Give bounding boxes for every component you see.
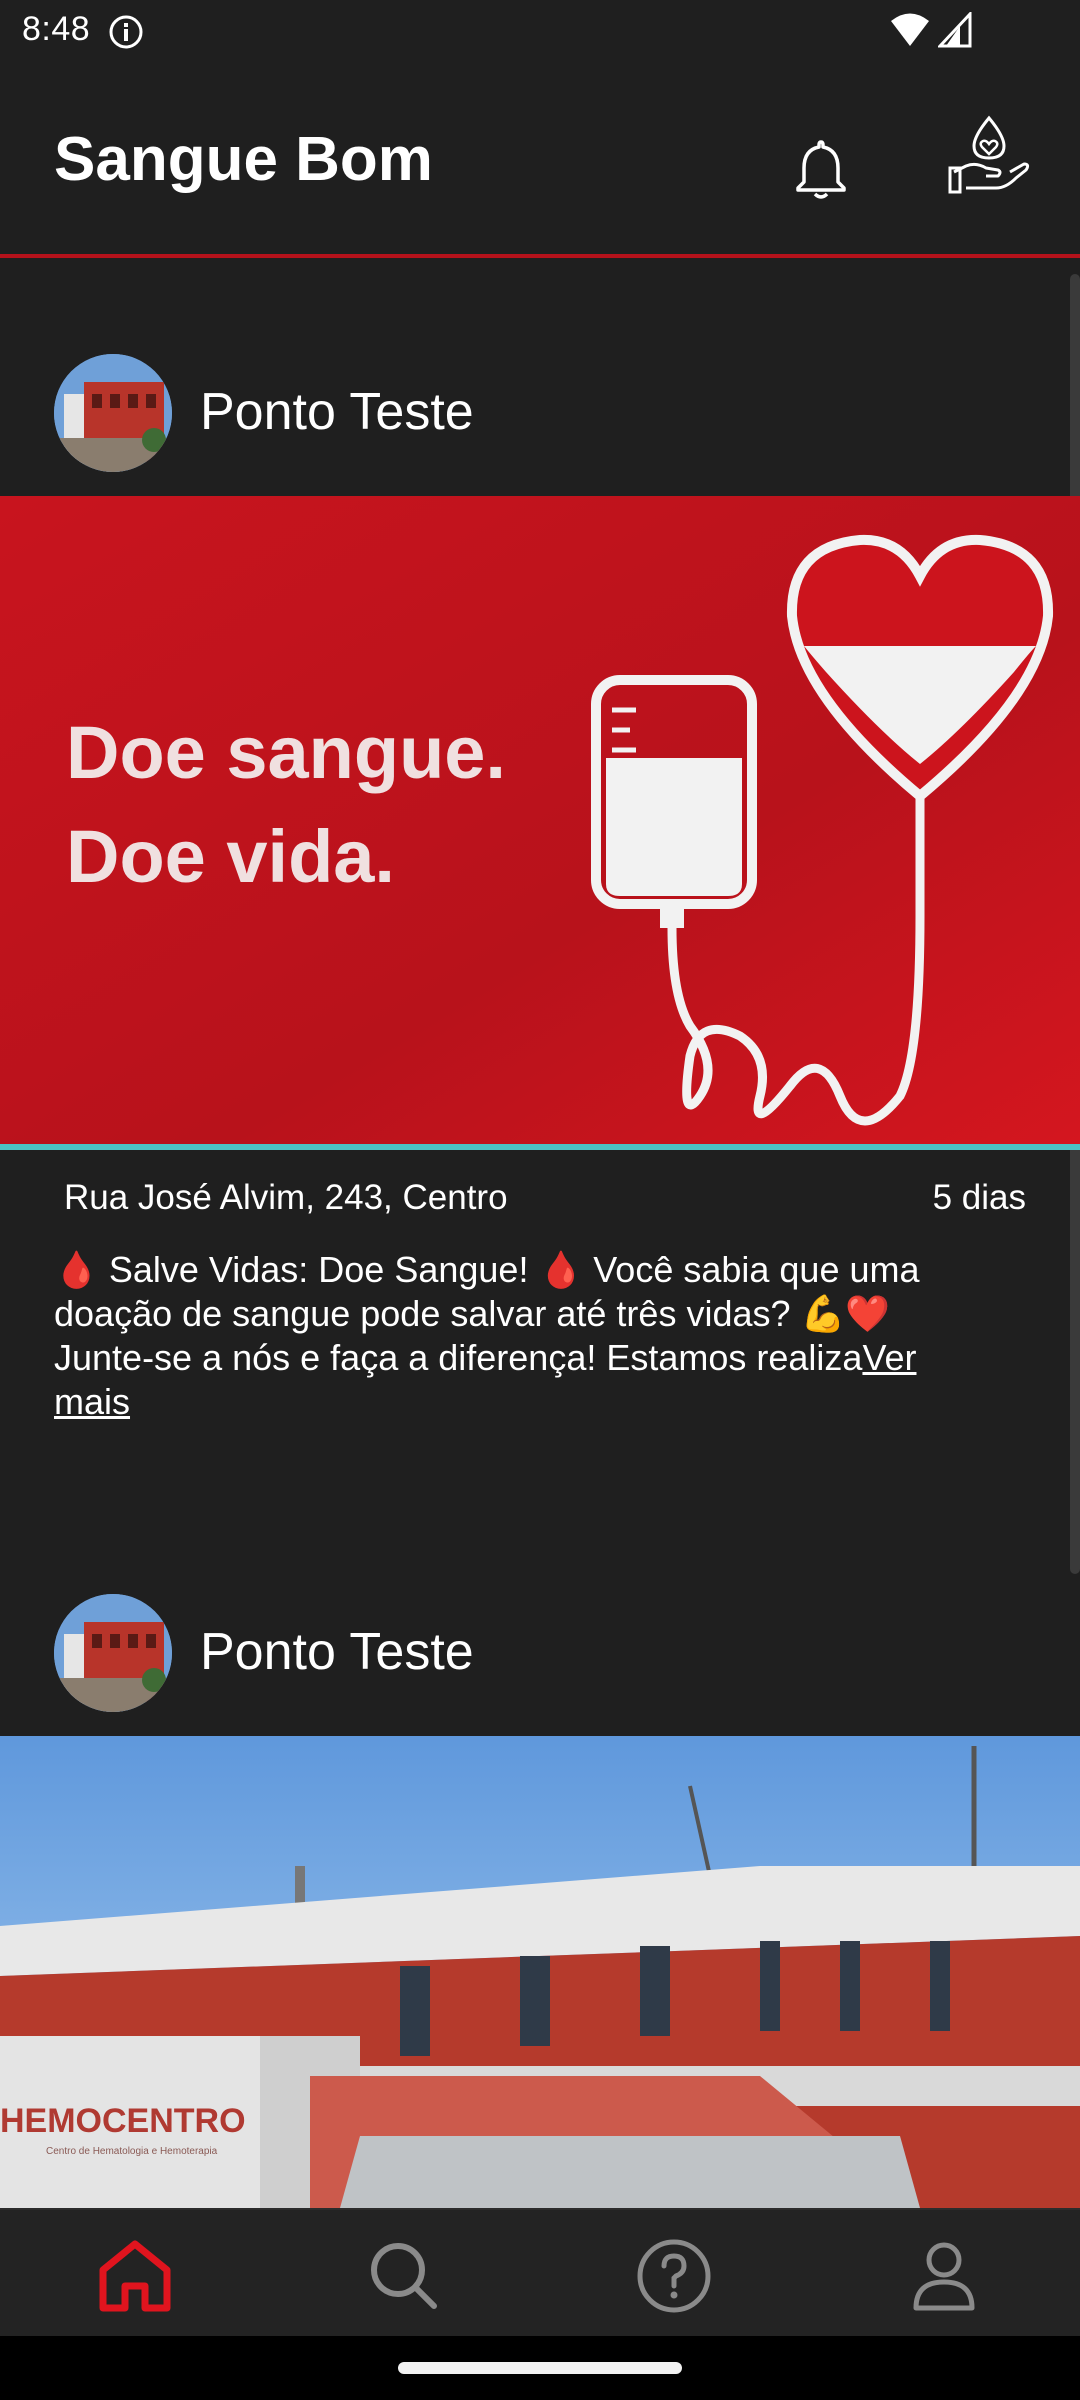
status-time: 8:48 — [22, 10, 91, 48]
home-icon[interactable] — [95, 2236, 175, 2316]
feed[interactable]: Ponto Teste Doe sangue. Doe vida. Rua Jo… — [0, 262, 1080, 2208]
signal-icon — [938, 12, 972, 48]
app-title: Sangue Bom — [54, 125, 433, 194]
avatar-image — [54, 1594, 172, 1712]
post-header[interactable]: Ponto Teste — [0, 1594, 1080, 1714]
poster-name[interactable]: Ponto Teste — [200, 382, 474, 442]
doe-sangue-banner: Doe sangue. Doe vida. — [0, 496, 1080, 1144]
profile-icon[interactable] — [904, 2236, 984, 2316]
avatar[interactable] — [54, 354, 172, 472]
post-header[interactable]: Ponto Teste — [0, 354, 1080, 474]
home-gesture-pill[interactable] — [398, 2362, 682, 2374]
avatar[interactable] — [54, 1594, 172, 1712]
hemocentro-photo: HEMOCENTRO Centro de Hematologia e Hemot… — [0, 1736, 1080, 2208]
blood-donation-icon[interactable] — [946, 114, 1032, 200]
banner-line-2: Doe vida. — [66, 815, 395, 898]
post-image[interactable]: HEMOCENTRO Centro de Hematologia e Hemot… — [0, 1736, 1080, 2208]
banner-line-1: Doe sangue. — [66, 711, 506, 794]
avatar-image — [54, 354, 172, 472]
hemocentro-sign: HEMOCENTRO — [0, 2102, 246, 2140]
status-bar: 8:48 — [0, 0, 1080, 64]
bottom-navigation — [0, 2208, 1080, 2336]
wifi-icon — [891, 13, 929, 46]
app-bar: Sangue Bom — [0, 64, 1080, 258]
post-address: Rua José Alvim, 243, Centro — [64, 1178, 508, 1217]
poster-name[interactable]: Ponto Teste — [200, 1622, 474, 1682]
post-time: 5 dias — [932, 1178, 1026, 1217]
info-icon — [109, 15, 143, 49]
hemocentro-sign-sub: Centro de Hematologia e Hemoterapia — [46, 2146, 218, 2157]
gesture-area — [0, 2336, 1080, 2400]
post-image[interactable]: Doe sangue. Doe vida. — [0, 496, 1080, 1144]
post-text-body: 🩸 Salve Vidas: Doe Sangue! 🩸 Você sabia … — [54, 1249, 920, 1378]
help-icon[interactable] — [634, 2236, 714, 2316]
post-divider — [0, 1144, 1080, 1150]
bell-icon[interactable] — [786, 134, 856, 204]
post-text: 🩸 Salve Vidas: Doe Sangue! 🩸 Você sabia … — [54, 1248, 974, 1424]
search-icon[interactable] — [364, 2236, 444, 2316]
